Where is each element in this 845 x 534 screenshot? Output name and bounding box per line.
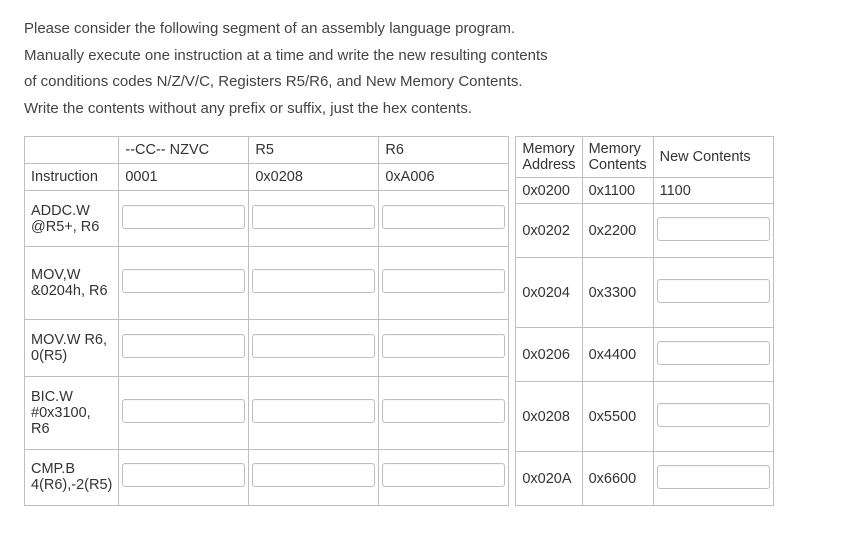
cc-input[interactable] xyxy=(122,205,245,229)
r5-input[interactable] xyxy=(252,463,375,487)
r6-input[interactable] xyxy=(382,399,505,423)
row-cmp: CMP.B 4(R6),-2(R5) xyxy=(25,449,509,505)
row-addc: ADDC.W @R5+, R6 xyxy=(25,191,509,247)
header-r5: R5 xyxy=(249,137,379,164)
mem-contents: 0x6600 xyxy=(582,452,653,506)
r5-input[interactable] xyxy=(252,334,375,358)
mem-contents: 0x1100 xyxy=(582,178,653,204)
cc-input[interactable] xyxy=(122,334,245,358)
cc-input[interactable] xyxy=(122,399,245,423)
r5-initial: 0x0208 xyxy=(249,164,379,191)
mem-row-0204: 0x0204 0x3300 xyxy=(516,258,773,328)
new-contents-input[interactable] xyxy=(657,279,770,303)
header-row: --CC-- NZVC R5 R6 xyxy=(25,137,509,164)
mem-addr: 0x0202 xyxy=(516,204,582,258)
execution-table: --CC-- NZVC R5 R6 Instruction 0001 0x020… xyxy=(24,136,509,506)
cc-input[interactable] xyxy=(122,269,245,293)
instr-label: BIC.W #0x3100, R6 xyxy=(25,376,119,449)
mem-row-0208: 0x0208 0x5500 xyxy=(516,382,773,452)
row-mov-r6-0r5: MOV.W R6, 0(R5) xyxy=(25,320,509,376)
mem-row-0206: 0x0206 0x4400 xyxy=(516,328,773,382)
r6-input[interactable] xyxy=(382,334,505,358)
cc-initial: 0001 xyxy=(119,164,249,191)
instr-label: MOV,W &0204h, R6 xyxy=(25,247,119,320)
prompt-line: Please consider the following segment of… xyxy=(24,18,821,41)
header-mem-addr: Memory Address xyxy=(516,137,582,178)
header-row: Memory Address Memory Contents New Conte… xyxy=(516,137,773,178)
r6-initial: 0xA006 xyxy=(379,164,509,191)
new-contents-initial: 1100 xyxy=(653,178,773,204)
new-contents-input[interactable] xyxy=(657,341,770,365)
problem-prompt: Please consider the following segment of… xyxy=(24,18,821,120)
header-new-contents: New Contents xyxy=(653,137,773,178)
instr-label: MOV.W R6, 0(R5) xyxy=(25,320,119,376)
row-instruction-initial: Instruction 0001 0x0208 0xA006 xyxy=(25,164,509,191)
instr-label: ADDC.W @R5+, R6 xyxy=(25,191,119,247)
row-bic: BIC.W #0x3100, R6 xyxy=(25,376,509,449)
r6-input[interactable] xyxy=(382,463,505,487)
mem-row-0200: 0x0200 0x1100 1100 xyxy=(516,178,773,204)
mem-contents: 0x4400 xyxy=(582,328,653,382)
r6-input[interactable] xyxy=(382,205,505,229)
mem-addr: 0x0200 xyxy=(516,178,582,204)
mem-contents: 0x3300 xyxy=(582,258,653,328)
header-cc: --CC-- NZVC xyxy=(119,137,249,164)
header-blank xyxy=(25,137,119,164)
prompt-line: Write the contents without any prefix or… xyxy=(24,98,821,121)
mem-addr: 0x0208 xyxy=(516,382,582,452)
new-contents-input[interactable] xyxy=(657,465,770,489)
header-r6: R6 xyxy=(379,137,509,164)
mem-row-020A: 0x020A 0x6600 xyxy=(516,452,773,506)
r5-input[interactable] xyxy=(252,269,375,293)
r5-input[interactable] xyxy=(252,205,375,229)
row-mov-0204: MOV,W &0204h, R6 xyxy=(25,247,509,320)
mem-row-0202: 0x0202 0x2200 xyxy=(516,204,773,258)
mem-addr: 0x020A xyxy=(516,452,582,506)
r5-input[interactable] xyxy=(252,399,375,423)
mem-addr: 0x0206 xyxy=(516,328,582,382)
memory-table: Memory Address Memory Contents New Conte… xyxy=(515,136,773,506)
prompt-line: Manually execute one instruction at a ti… xyxy=(24,45,821,68)
header-mem-contents: Memory Contents xyxy=(582,137,653,178)
r6-input[interactable] xyxy=(382,269,505,293)
mem-contents: 0x2200 xyxy=(582,204,653,258)
instr-label: CMP.B 4(R6),-2(R5) xyxy=(25,449,119,505)
prompt-line: of conditions codes N/Z/V/C, Registers R… xyxy=(24,71,821,94)
cc-input[interactable] xyxy=(122,463,245,487)
mem-contents: 0x5500 xyxy=(582,382,653,452)
new-contents-input[interactable] xyxy=(657,217,770,241)
new-contents-input[interactable] xyxy=(657,403,770,427)
instr-label: Instruction xyxy=(25,164,119,191)
mem-addr: 0x0204 xyxy=(516,258,582,328)
